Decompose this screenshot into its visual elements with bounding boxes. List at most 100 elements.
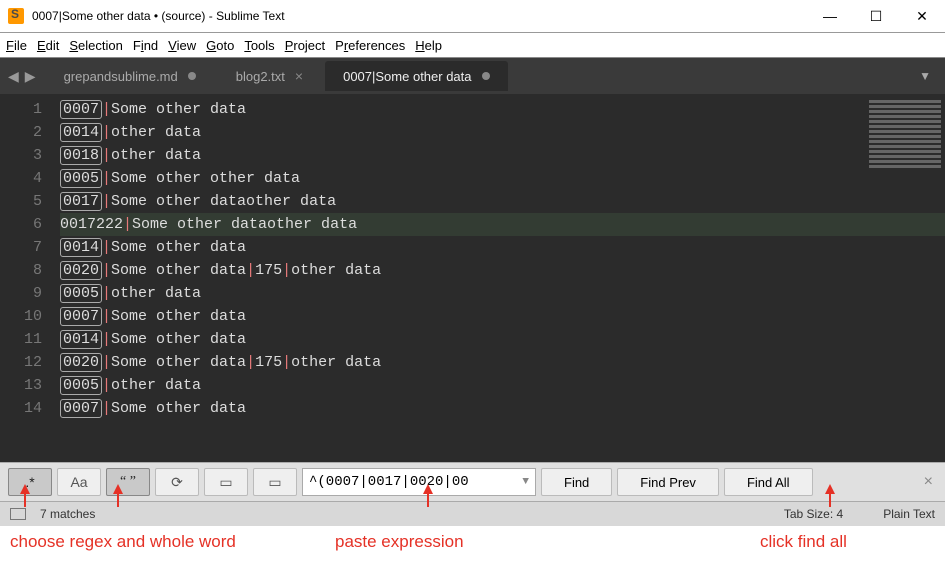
find-input-text: ^(0007|0017|0020|00 — [309, 474, 522, 490]
tab-label: 0007|Some other data — [343, 69, 471, 84]
menu-view[interactable]: View — [168, 38, 196, 53]
line-number: 4 — [0, 167, 60, 190]
match-highlight: 0007 — [60, 100, 102, 119]
tab-label: blog2.txt — [236, 69, 285, 84]
match-highlight: 0005 — [60, 284, 102, 303]
code-line[interactable]: 0018|other data — [60, 144, 945, 167]
menu-edit[interactable]: Edit — [37, 38, 59, 53]
find-bar: .* Aa “ ” ⟳ ▭ ▭ ^(0007|0017|0020|00 ▼ Fi… — [0, 462, 945, 501]
match-highlight: 0005 — [60, 376, 102, 395]
code-area[interactable]: 0007|Some other data0014|other data0018|… — [60, 94, 945, 462]
code-line[interactable]: 0007|Some other data — [60, 397, 945, 420]
code-line[interactable]: 0007|Some other data — [60, 305, 945, 328]
tab[interactable]: grepandsublime.md — [46, 61, 214, 91]
status-syntax[interactable]: Plain Text — [883, 507, 935, 521]
line-number: 11 — [0, 328, 60, 351]
match-highlight: 0007 — [60, 399, 102, 418]
menu-tools[interactable]: Tools — [244, 38, 274, 53]
tabs-row: ◀ ▶ grepandsublime.md blog2.txt × 0007|Some… — [0, 58, 945, 94]
find-prev-button[interactable]: Find Prev — [617, 468, 719, 496]
tab-close-icon[interactable]: × — [295, 68, 303, 84]
menu-preferences[interactable]: Preferences — [335, 38, 405, 53]
find-input[interactable]: ^(0007|0017|0020|00 ▼ — [302, 468, 536, 496]
match-highlight: 0020 — [60, 353, 102, 372]
line-number: 6 — [0, 213, 60, 236]
close-button[interactable]: ✕ — [899, 0, 945, 32]
code-line[interactable]: 0007|Some other data — [60, 98, 945, 121]
minimap[interactable] — [869, 100, 941, 170]
menu-help[interactable]: Help — [415, 38, 442, 53]
match-highlight: 0017 — [60, 192, 102, 211]
minimize-button[interactable]: — — [807, 0, 853, 32]
code-line[interactable]: 0014|other data — [60, 121, 945, 144]
menu-goto[interactable]: Goto — [206, 38, 234, 53]
find-regex-toggle[interactable]: .* — [8, 468, 52, 496]
line-number: 8 — [0, 259, 60, 282]
line-gutter: 1234567891011121314 — [0, 94, 60, 462]
line-number: 14 — [0, 397, 60, 420]
window-title: 0007|Some other data • (source) - Sublim… — [32, 9, 807, 23]
code-line[interactable]: 0017222|Some other dataother data — [60, 213, 945, 236]
tab[interactable]: 0007|Some other data — [325, 61, 507, 91]
line-number: 12 — [0, 351, 60, 374]
find-wrap-toggle[interactable]: ⟳ — [155, 468, 199, 496]
panel-switcher-icon[interactable] — [10, 508, 26, 520]
line-number: 13 — [0, 374, 60, 397]
find-highlight-toggle[interactable]: ▭ — [253, 468, 297, 496]
editor[interactable]: 1234567891011121314 0007|Some other data… — [0, 94, 945, 462]
code-line[interactable]: 0020|Some other data|175|other data — [60, 259, 945, 282]
app-icon — [8, 8, 24, 24]
tab[interactable]: blog2.txt × — [218, 61, 321, 91]
match-highlight: 0020 — [60, 261, 102, 280]
line-number: 10 — [0, 305, 60, 328]
code-line[interactable]: 0005|Some other other data — [60, 167, 945, 190]
line-number: 1 — [0, 98, 60, 121]
tab-dirty-dot — [482, 72, 490, 80]
menu-selection[interactable]: Selection — [69, 38, 122, 53]
tabs-dropdown-icon[interactable]: ▼ — [919, 69, 931, 83]
annotation-arrow — [825, 484, 835, 494]
tab-nav-back[interactable]: ◀ — [8, 68, 19, 85]
match-highlight: 0018 — [60, 146, 102, 165]
code-line[interactable]: 0014|Some other data — [60, 236, 945, 259]
annotation-right: click find all — [760, 532, 847, 552]
line-number: 9 — [0, 282, 60, 305]
line-number: 5 — [0, 190, 60, 213]
statusbar: 7 matches Tab Size: 4 Plain Text — [0, 501, 945, 526]
match-highlight: 0014 — [60, 123, 102, 142]
tab-nav-fwd[interactable]: ▶ — [25, 68, 36, 85]
code-line[interactable]: 0005|other data — [60, 374, 945, 397]
find-inselection-toggle[interactable]: ▭ — [204, 468, 248, 496]
line-number: 3 — [0, 144, 60, 167]
annotation-arrow — [113, 484, 123, 494]
match-highlight: 0014 — [60, 238, 102, 257]
menu-project[interactable]: Project — [285, 38, 325, 53]
code-line[interactable]: 0005|other data — [60, 282, 945, 305]
find-button[interactable]: Find — [541, 468, 612, 496]
line-number: 7 — [0, 236, 60, 259]
code-line[interactable]: 0014|Some other data — [60, 328, 945, 351]
titlebar: 0007|Some other data • (source) - Sublim… — [0, 0, 945, 33]
menu-find[interactable]: Find — [133, 38, 158, 53]
menubar: File Edit Selection Find View Goto Tools… — [0, 33, 945, 58]
code-line[interactable]: 0017|Some other dataother data — [60, 190, 945, 213]
tab-dirty-dot — [188, 72, 196, 80]
find-case-toggle[interactable]: Aa — [57, 468, 101, 496]
maximize-button[interactable]: ☐ — [853, 0, 899, 32]
find-close-button[interactable]: × — [920, 473, 937, 491]
match-highlight: 0014 — [60, 330, 102, 349]
status-matches: 7 matches — [40, 507, 95, 521]
annotation-arrow — [423, 484, 433, 494]
code-line[interactable]: 0020|Some other data|175|other data — [60, 351, 945, 374]
annotation-arrow — [20, 484, 30, 494]
line-number: 2 — [0, 121, 60, 144]
find-all-button[interactable]: Find All — [724, 468, 813, 496]
status-tabsize[interactable]: Tab Size: 4 — [784, 507, 843, 521]
match-highlight: 0005 — [60, 169, 102, 188]
match-highlight: 0007 — [60, 307, 102, 326]
menu-file[interactable]: File — [6, 38, 27, 53]
tab-label: grepandsublime.md — [64, 69, 178, 84]
annotations: choose regex and whole word paste expres… — [0, 526, 945, 584]
annotation-left: choose regex and whole word — [10, 532, 236, 552]
find-history-icon[interactable]: ▼ — [522, 476, 529, 488]
